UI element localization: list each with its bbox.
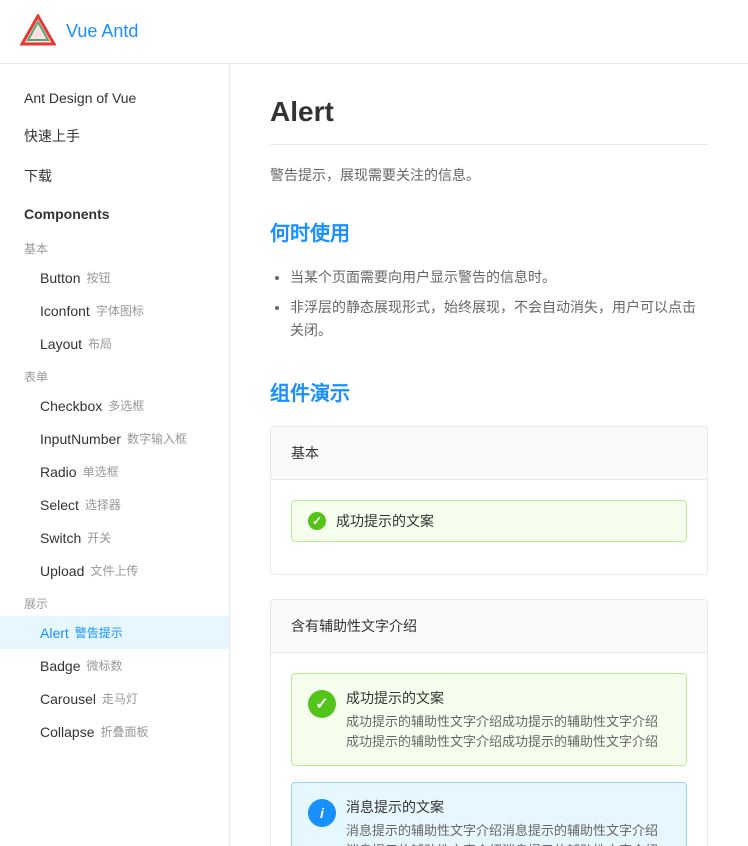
vue-logo-icon [20,14,56,50]
when-to-use-title: 何时使用 [270,217,708,246]
logo[interactable]: Vue Antd [20,14,138,50]
sidebar-item-carousel-label: Carousel [40,691,96,707]
sidebar: Ant Design of Vue 快速上手 下载 Components 基本 … [0,64,230,846]
sidebar-section-form-title: 表单 [0,360,229,389]
sidebar-item-badge-label: Badge [40,658,80,674]
sidebar-item-quick-start[interactable]: 快速上手 [0,116,229,156]
sidebar-item-collapse-label: Collapse [40,724,94,740]
sidebar-item-badge[interactable]: Badge 微标数 [0,649,229,682]
when-to-use-list: 当某个页面需要向用户显示警告的信息时。 非浮层的静态展现形式，始终展现，不会自动… [270,262,708,345]
sidebar-item-upload[interactable]: Upload 文件上传 [0,554,229,587]
alert-success-with-desc: ✓ 成功提示的文案 成功提示的辅助性文字介绍成功提示的辅助性文字介绍成功提示的辅… [291,673,687,766]
sidebar-section-basic-title: 基本 [0,232,229,261]
sidebar-item-checkbox-sublabel: 多选框 [108,397,144,414]
sidebar-section-components: Components [0,196,229,232]
alert-success-content: 成功提示的文案 成功提示的辅助性文字介绍成功提示的辅助性文字介绍成功提示的辅助性… [346,688,670,751]
alert-success-desc: 成功提示的辅助性文字介绍成功提示的辅助性文字介绍成功提示的辅助性文字介绍成功提示… [346,712,670,751]
alert-info-with-desc: i 消息提示的文案 消息提示的辅助性文字介绍消息提示的辅助性文字介绍消息提示的辅… [291,782,687,846]
sidebar-item-radio-sublabel: 单选框 [83,463,119,480]
success-big-icon: ✓ [308,690,336,718]
page-title: Alert [270,96,708,128]
main-layout: Ant Design of Vue 快速上手 下载 Components 基本 … [0,64,748,846]
sidebar-item-upload-label: Upload [40,563,84,579]
alert-info-content: 消息提示的文案 消息提示的辅助性文字介绍消息提示的辅助性文字介绍消息提示的辅助性… [346,797,670,846]
list-item: 当某个页面需要向用户显示警告的信息时。 [290,262,708,292]
sidebar-item-switch-sublabel: 开关 [87,529,111,546]
alert-info-title: 消息提示的文案 [346,797,670,817]
sidebar-item-button[interactable]: Button 按钮 [0,261,229,294]
sidebar-section-display-title: 展示 [0,587,229,616]
demo-card-basic: 基本 ✓ 成功提示的文案 [270,426,708,575]
page-description: 警告提示，展现需要关注的信息。 [270,165,708,185]
sidebar-item-switch[interactable]: Switch 开关 [0,521,229,554]
sidebar-item-upload-sublabel: 文件上传 [90,562,138,579]
sidebar-item-inputnumber-label: InputNumber [40,431,121,447]
sidebar-item-switch-label: Switch [40,530,81,546]
sidebar-item-radio-label: Radio [40,464,77,480]
sidebar-item-checkbox[interactable]: Checkbox 多选框 [0,389,229,422]
demo-card-with-desc: 含有辅助性文字介绍 ✓ 成功提示的文案 成功提示的辅助性文字介绍成功提示的辅助性… [270,599,708,846]
demo-card-with-desc-header: 含有辅助性文字介绍 [271,600,707,653]
title-divider [270,144,708,145]
sidebar-item-select-label: Select [40,497,79,513]
sidebar-item-iconfont[interactable]: Iconfont 字体图标 [0,294,229,327]
sidebar-item-button-sublabel: 按钮 [86,269,110,286]
sidebar-item-layout-label: Layout [40,336,82,352]
sidebar-item-inputnumber-sublabel: 数字输入框 [127,430,187,447]
sidebar-item-carousel-sublabel: 走马灯 [102,690,138,707]
sidebar-item-collapse-sublabel: 折叠面板 [100,723,148,740]
sidebar-item-alert[interactable]: Alert 警告提示 [0,616,229,649]
alert-info-desc: 消息提示的辅助性文字介绍消息提示的辅助性文字介绍消息提示的辅助性文字介绍消息提示… [346,821,670,846]
sidebar-item-alert-sublabel: 警告提示 [75,624,123,641]
list-item: 非浮层的静态展现形式，始终展现，不会自动消失，用户可以点击关闭。 [290,292,708,345]
alert-success-title: 成功提示的文案 [346,688,670,708]
demo-card-basic-body: ✓ 成功提示的文案 [271,480,707,574]
sidebar-item-download[interactable]: 下载 [0,156,229,196]
sidebar-item-layout[interactable]: Layout 布局 [0,327,229,360]
alert-success-message: 成功提示的文案 [336,511,434,531]
main-content: Alert 警告提示，展现需要关注的信息。 何时使用 当某个页面需要向用户显示警… [230,64,748,846]
alert-success-basic: ✓ 成功提示的文案 [291,500,687,542]
sidebar-item-button-label: Button [40,270,80,286]
sidebar-item-alert-label: Alert [40,625,69,641]
app-header: Vue Antd [0,0,748,64]
sidebar-item-badge-sublabel: 微标数 [86,657,122,674]
sidebar-item-radio[interactable]: Radio 单选框 [0,455,229,488]
sidebar-item-iconfont-label: Iconfont [40,303,90,319]
sidebar-item-inputnumber[interactable]: InputNumber 数字输入框 [0,422,229,455]
sidebar-item-collapse[interactable]: Collapse 折叠面板 [0,715,229,748]
demo-card-with-desc-body: ✓ 成功提示的文案 成功提示的辅助性文字介绍成功提示的辅助性文字介绍成功提示的辅… [271,653,707,846]
sidebar-item-layout-sublabel: 布局 [88,335,112,352]
sidebar-item-carousel[interactable]: Carousel 走马灯 [0,682,229,715]
success-icon: ✓ [308,512,326,530]
sidebar-item-ant-design-of-vue[interactable]: Ant Design of Vue [0,80,229,116]
app-title: Vue Antd [66,21,138,42]
demo-title: 组件演示 [270,377,708,406]
sidebar-item-checkbox-label: Checkbox [40,398,102,414]
sidebar-item-iconfont-sublabel: 字体图标 [96,302,144,319]
demo-card-basic-header: 基本 [271,427,707,480]
sidebar-item-select-sublabel: 选择器 [85,496,121,513]
sidebar-item-select[interactable]: Select 选择器 [0,488,229,521]
info-big-icon: i [308,799,336,827]
